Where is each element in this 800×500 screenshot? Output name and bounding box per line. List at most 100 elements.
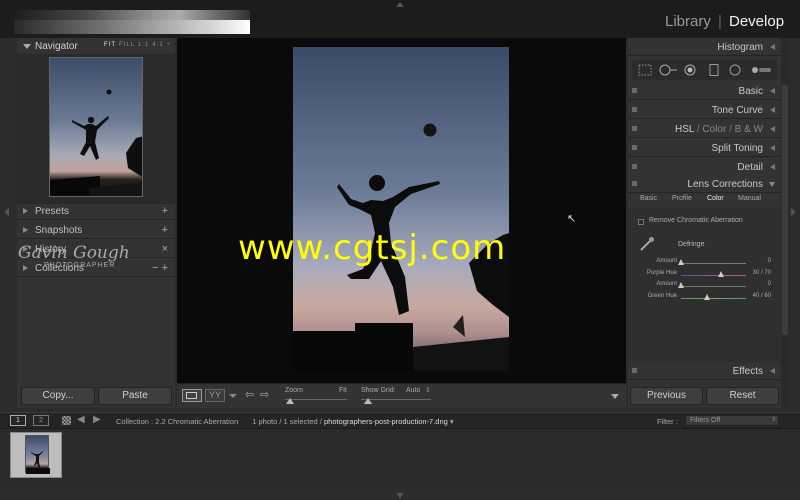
collapse-triangle-icon[interactable] bbox=[770, 44, 775, 50]
expand-triangle-icon[interactable] bbox=[23, 227, 28, 233]
graduated-filter-icon[interactable] bbox=[709, 64, 719, 76]
collapse-triangle-icon[interactable] bbox=[769, 182, 775, 187]
slider-track[interactable] bbox=[681, 286, 746, 287]
panel-switch-icon[interactable] bbox=[632, 145, 637, 150]
clear-history-button[interactable]: × bbox=[162, 243, 168, 255]
grid-view-icon[interactable] bbox=[62, 416, 71, 425]
zoom-fill[interactable]: FILL bbox=[119, 42, 135, 48]
panel-switch-icon[interactable] bbox=[632, 88, 637, 93]
zoom-fit[interactable]: FIT bbox=[104, 42, 116, 48]
presets-header[interactable]: Presets + bbox=[17, 203, 175, 220]
snapshots-header[interactable]: Snapshots + bbox=[17, 222, 175, 239]
filmstrip bbox=[0, 430, 800, 488]
hsl-tab[interactable]: HSL bbox=[675, 124, 694, 135]
spot-removal-icon[interactable] bbox=[658, 64, 678, 76]
previous-button[interactable]: Previous bbox=[630, 387, 703, 405]
zoom-slider-knob[interactable] bbox=[286, 398, 294, 404]
panel-switch-icon[interactable] bbox=[632, 164, 637, 169]
split-toning-header[interactable]: Split Toning bbox=[628, 139, 781, 157]
hsl-header[interactable]: HSL / Color / B & W bbox=[628, 120, 781, 138]
reset-button[interactable]: Reset bbox=[706, 387, 779, 405]
arrow-right-icon[interactable]: ⇨ bbox=[260, 388, 269, 401]
show-grid-select[interactable]: Auto bbox=[406, 387, 420, 394]
module-library[interactable]: Library bbox=[665, 13, 711, 30]
navigator-thumbnail[interactable] bbox=[49, 57, 143, 197]
histogram-header[interactable]: Histogram bbox=[628, 38, 781, 56]
collection-name[interactable]: Collection : 2.2 Chromatic Aberration bbox=[116, 417, 238, 426]
zoom-dropdown[interactable]: ÷ bbox=[167, 42, 171, 48]
navigate-back-icon[interactable]: ◀ bbox=[77, 414, 85, 425]
right-panel-toggle-icon[interactable] bbox=[791, 208, 796, 216]
add-snapshot-button[interactable]: + bbox=[162, 224, 168, 236]
slider-knob[interactable] bbox=[678, 259, 684, 265]
panel-switch-icon[interactable] bbox=[632, 107, 637, 112]
zoom-slider-track[interactable] bbox=[285, 399, 347, 400]
paste-button[interactable]: Paste bbox=[98, 387, 172, 405]
slider-knob[interactable] bbox=[704, 293, 710, 300]
module-develop[interactable]: Develop bbox=[729, 13, 784, 30]
panel-switch-icon[interactable] bbox=[632, 126, 637, 131]
red-eye-icon[interactable] bbox=[684, 64, 696, 76]
file-name[interactable]: photographers-post-production-7.dng bbox=[324, 417, 448, 426]
navigator-header[interactable]: Navigator FIT FILL 1:1 4:1 ÷ bbox=[17, 38, 175, 54]
adjustment-brush-icon[interactable] bbox=[750, 64, 772, 76]
expand-triangle-icon[interactable] bbox=[770, 107, 775, 113]
expand-triangle-icon[interactable] bbox=[770, 88, 775, 94]
left-panel-toggle-icon[interactable] bbox=[4, 208, 9, 216]
updown-arrows-icon[interactable]: ⇕ bbox=[425, 386, 431, 394]
slider-value[interactable]: 0 bbox=[768, 258, 771, 264]
top-panel-toggle-icon[interactable] bbox=[396, 2, 404, 7]
panel-switch-icon[interactable] bbox=[632, 368, 637, 373]
lens-tab-basic[interactable]: Basic bbox=[640, 195, 657, 202]
lens-tab-manual[interactable]: Manual bbox=[738, 195, 761, 202]
lens-corrections-header[interactable]: Lens Corrections bbox=[628, 175, 781, 193]
expand-triangle-icon[interactable] bbox=[770, 145, 775, 151]
basic-header[interactable]: Basic bbox=[628, 82, 781, 100]
slider-value[interactable]: 40 / 60 bbox=[753, 293, 771, 299]
main-photo[interactable] bbox=[293, 47, 509, 371]
tone-curve-header[interactable]: Tone Curve bbox=[628, 101, 781, 119]
slider-track[interactable] bbox=[681, 297, 746, 299]
toolbar-menu-icon[interactable] bbox=[611, 394, 619, 399]
navigate-forward-icon[interactable]: ▶ bbox=[93, 414, 101, 425]
remove-ca-checkbox[interactable] bbox=[638, 219, 644, 225]
panel-switch-icon[interactable] bbox=[632, 181, 637, 186]
slider-track[interactable] bbox=[681, 263, 746, 264]
expand-triangle-icon[interactable] bbox=[770, 368, 775, 374]
expand-triangle-icon[interactable] bbox=[23, 208, 28, 214]
arrow-left-icon[interactable]: ⇦ bbox=[245, 388, 254, 401]
effects-header[interactable]: Effects bbox=[628, 362, 781, 380]
slider-knob[interactable] bbox=[718, 270, 725, 277]
secondary-window-button[interactable]: 2 bbox=[33, 415, 49, 426]
scrollbar-thumb[interactable] bbox=[782, 85, 788, 335]
filmstrip-thumbnail-image[interactable] bbox=[25, 435, 50, 474]
expand-triangle-icon[interactable] bbox=[770, 126, 775, 132]
chevron-down-icon[interactable] bbox=[229, 394, 237, 398]
crop-overlay-icon[interactable] bbox=[638, 64, 652, 76]
presets-label: Presets bbox=[35, 206, 69, 217]
lens-tab-color[interactable]: Color bbox=[707, 195, 724, 202]
zoom-4-1[interactable]: 4:1 bbox=[152, 42, 163, 48]
before-after-view-button[interactable]: YY bbox=[205, 389, 225, 402]
updown-arrows-icon[interactable]: ⇕ bbox=[771, 416, 776, 423]
radial-filter-icon[interactable] bbox=[729, 64, 741, 76]
slider-knob[interactable] bbox=[678, 282, 684, 288]
detail-header[interactable]: Detail bbox=[628, 158, 781, 176]
grid-slider-knob[interactable] bbox=[364, 398, 372, 404]
main-window-button[interactable]: 1 bbox=[10, 415, 26, 426]
expand-triangle-icon[interactable] bbox=[770, 164, 775, 170]
slider-track[interactable] bbox=[681, 274, 746, 276]
slider-value[interactable]: 30 / 70 bbox=[753, 270, 771, 276]
add-preset-button[interactable]: + bbox=[162, 205, 168, 217]
collapse-triangle-icon[interactable] bbox=[23, 44, 31, 49]
slider-value[interactable]: 0 bbox=[768, 281, 771, 287]
eyedropper-icon[interactable] bbox=[638, 236, 656, 252]
copy-button[interactable]: Copy... bbox=[21, 387, 95, 405]
lens-tab-profile[interactable]: Profile bbox=[672, 195, 692, 202]
color-tab[interactable]: Color bbox=[702, 124, 726, 135]
bw-tab[interactable]: B & W bbox=[735, 124, 763, 135]
bottom-panel-toggle-icon[interactable] bbox=[396, 493, 404, 498]
filter-select[interactable]: Filters Off bbox=[685, 415, 779, 426]
chevron-down-icon[interactable]: ▾ bbox=[450, 417, 454, 426]
zoom-1-1[interactable]: 1:1 bbox=[138, 42, 149, 48]
